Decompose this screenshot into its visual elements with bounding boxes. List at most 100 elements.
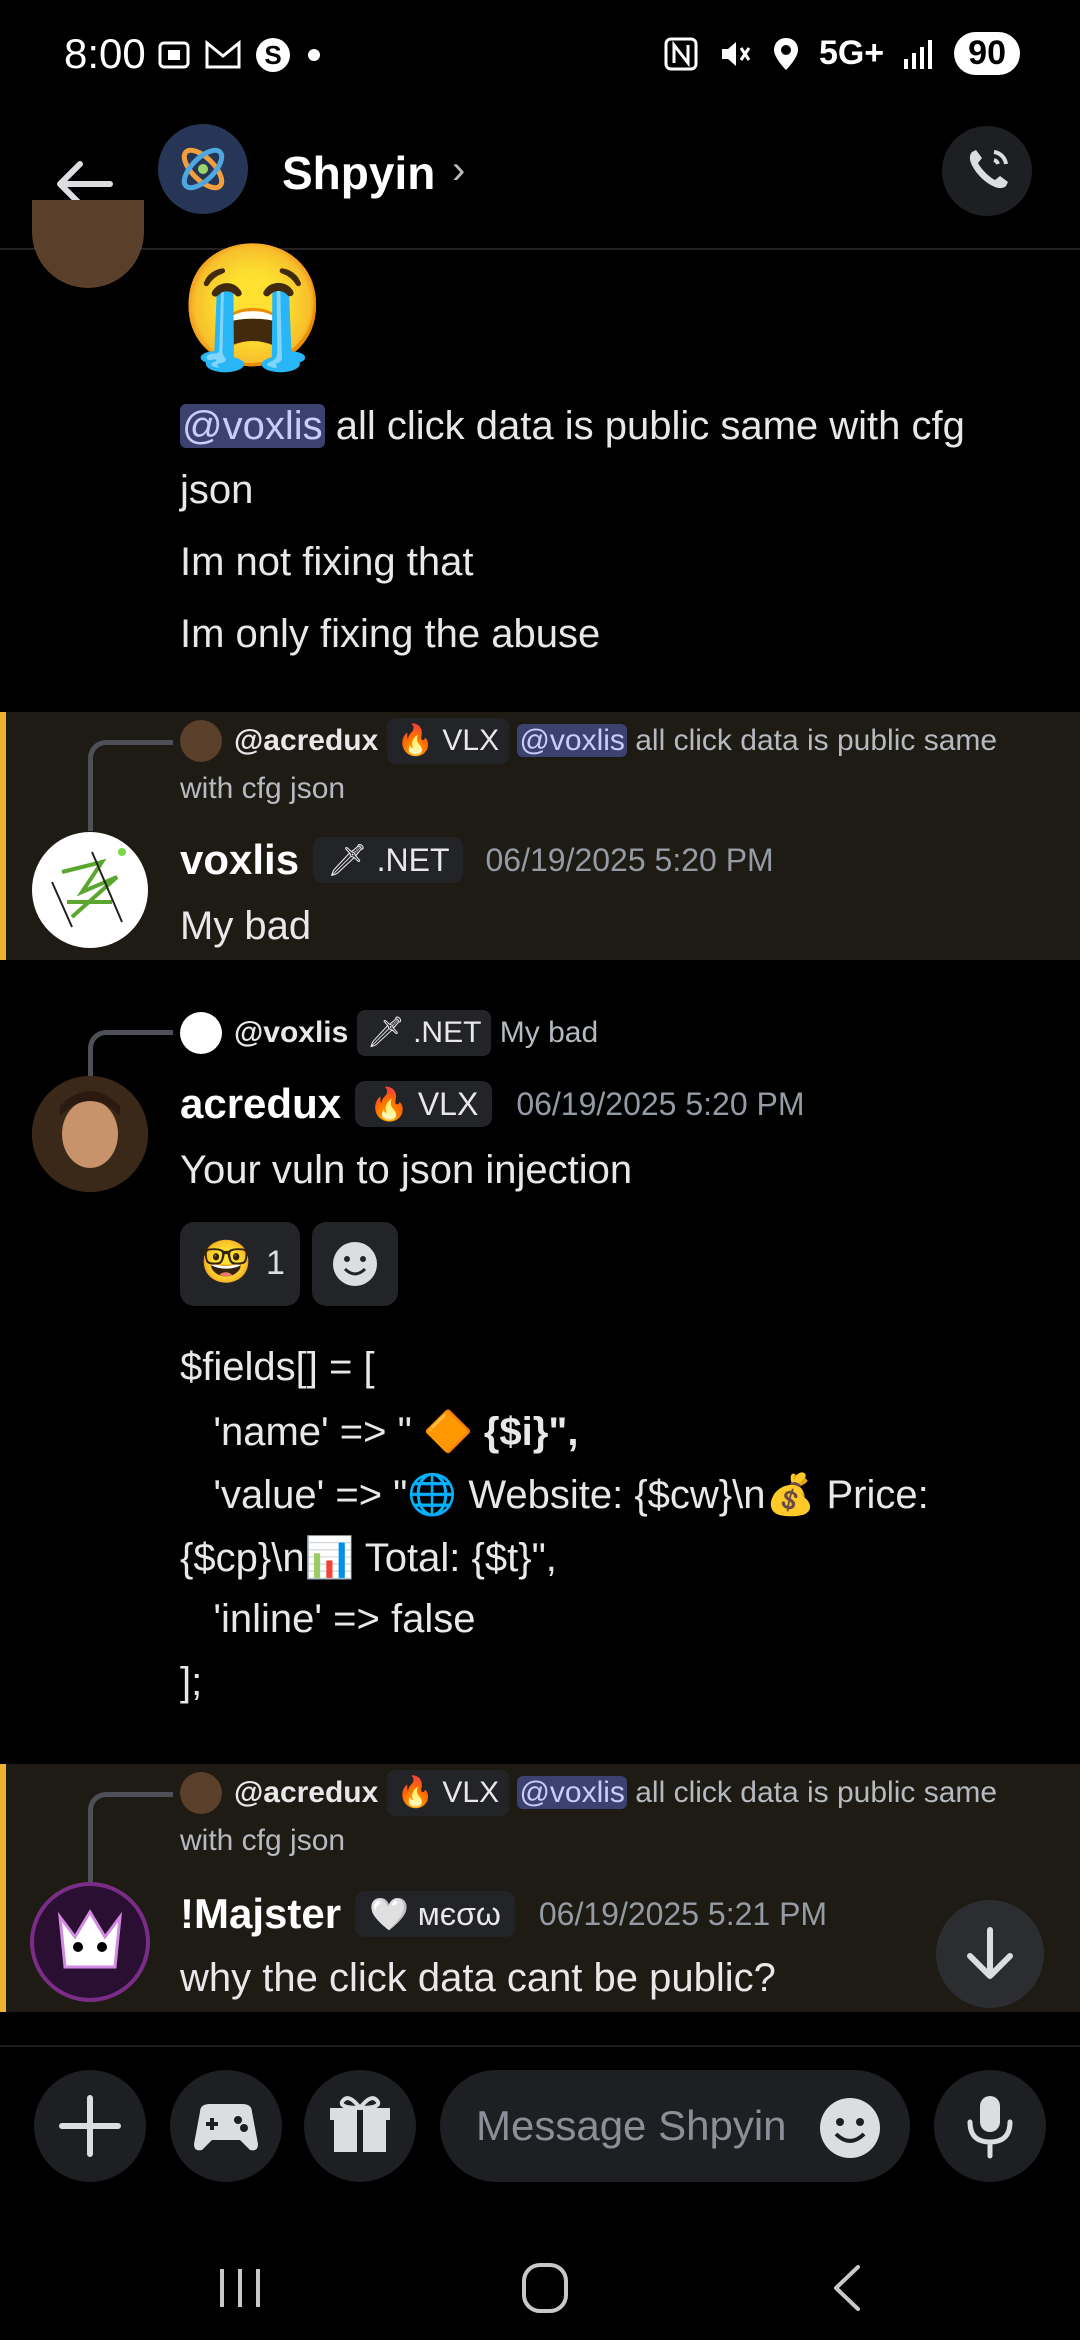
code-text: Website: {$cw}\n xyxy=(457,1473,766,1517)
message-text-cont: json xyxy=(180,468,254,512)
reply-preview[interactable]: @acredux 🔥 VLX @voxlis all click data is… xyxy=(234,718,1054,764)
message-text: why the click data cant be public? xyxy=(180,1956,776,2000)
heart-icon: 🤍 xyxy=(369,1896,409,1932)
reaction-count: 1 xyxy=(266,1244,285,1282)
orange-diamond-icon: 🔶 xyxy=(422,1410,473,1454)
reaction-emoji-icon: 🤓 xyxy=(200,1238,253,1285)
battery-level: 90 xyxy=(968,34,1006,72)
sword-icon: 🗡 xyxy=(366,1016,405,1049)
reply-text-cont: with cfg json xyxy=(180,772,346,805)
message-header: !Majster 🤍 мєσω 06/19/2025 5:21 PM xyxy=(180,1890,827,1938)
money-bag-icon: 💰 xyxy=(765,1473,816,1517)
reply-connector xyxy=(88,740,173,831)
call-button[interactable] xyxy=(942,126,1032,216)
reply-avatar-acredux xyxy=(180,720,222,762)
message-line: Im only fixing the abuse xyxy=(180,612,601,656)
back-nav-icon[interactable] xyxy=(826,2261,866,2315)
code-text-bold: {$i}", xyxy=(472,1410,579,1454)
reply-username: @acredux xyxy=(234,724,379,757)
username-acredux[interactable]: acredux xyxy=(180,1080,341,1128)
recent-apps-icon[interactable] xyxy=(216,2265,264,2311)
gmail-icon xyxy=(205,39,241,69)
reply-username: @acredux xyxy=(234,1776,379,1809)
timestamp: 06/19/2025 5:20 PM xyxy=(516,1085,805,1122)
status-time: 8:00 xyxy=(64,30,146,77)
reply-text: My bad xyxy=(499,1016,599,1049)
status-left-icons: S xyxy=(156,36,324,74)
voxlis-avatar-art xyxy=(51,848,126,928)
add-attachment-button[interactable] xyxy=(34,2070,146,2182)
reaction-pill[interactable]: 🤓 1 xyxy=(180,1222,300,1306)
reply-avatar-acredux xyxy=(180,1772,222,1814)
voice-message-button[interactable] xyxy=(934,2070,1046,2182)
reply-preview[interactable]: @acredux 🔥 VLX @voxlis all click data is… xyxy=(234,1770,1054,1816)
username-majster[interactable]: !Majster xyxy=(180,1890,341,1938)
add-reaction-button[interactable] xyxy=(312,1222,398,1306)
globe-icon: 🌐 xyxy=(407,1473,458,1517)
home-icon[interactable] xyxy=(520,2261,570,2315)
jump-to-bottom-button[interactable] xyxy=(936,1900,1044,2008)
message-placeholder: Message Shpyin xyxy=(476,2102,787,2149)
channel-title[interactable]: Shpyin xyxy=(282,146,435,200)
role-tag: 🔥 VLX xyxy=(386,718,510,764)
role-tag-label: VLX xyxy=(442,1776,500,1809)
phone-icon xyxy=(969,150,1008,189)
flame-icon: 🔥 xyxy=(369,1086,409,1122)
role-tag-label: VLX xyxy=(417,1086,479,1122)
code-line: $fields[] = [ xyxy=(180,1345,375,1389)
message-text: Your vuln to json injection xyxy=(180,1148,633,1192)
location-icon xyxy=(773,37,798,70)
role-tag: 🔥 VLX xyxy=(355,1081,493,1127)
mention-highlight-bar xyxy=(0,712,6,960)
avatar-acredux-partial[interactable] xyxy=(32,200,144,288)
microphone-icon xyxy=(967,2096,1013,2159)
code-line: ]; xyxy=(180,1660,203,1704)
code-line: {$cp}\n📊 Total: {$t}", xyxy=(180,1534,557,1581)
reply-connector xyxy=(88,1792,173,1883)
photo-screenshot-icon xyxy=(158,41,190,69)
timestamp: 06/19/2025 5:21 PM xyxy=(538,1895,828,1932)
role-tag: 🔥 VLX xyxy=(386,1770,510,1816)
signal-icon xyxy=(904,39,933,69)
chevron-right-icon[interactable]: › xyxy=(452,148,465,193)
server-logo-icon xyxy=(181,147,225,191)
reply-username: @voxlis xyxy=(234,1016,349,1049)
message-line: Im not fixing that xyxy=(180,540,474,584)
majster-avatar-art xyxy=(34,1886,146,1998)
smiley-add-icon xyxy=(333,1242,377,1286)
plus-icon xyxy=(59,2095,121,2157)
smiley-icon xyxy=(820,2098,880,2158)
avatar-majster[interactable] xyxy=(30,1882,150,2002)
reply-mention: @voxlis xyxy=(517,1776,627,1809)
status-right: 5G+ 90 xyxy=(663,32,1020,75)
role-tag-label: .NET xyxy=(413,1016,482,1049)
message-text: @voxlis all click data is public same wi… xyxy=(180,400,1050,452)
flame-icon: 🔥 xyxy=(396,724,435,757)
message-header: acredux 🔥 VLX 06/19/2025 5:20 PM xyxy=(180,1080,805,1128)
avatar-voxlis[interactable] xyxy=(32,832,148,948)
avatar-acredux[interactable] xyxy=(32,1076,148,1192)
gift-icon xyxy=(330,2096,390,2152)
mention-voxlis[interactable]: @voxlis xyxy=(180,404,325,448)
code-text: 'name' => " xyxy=(180,1410,423,1454)
emoji-button[interactable] xyxy=(818,2096,882,2160)
server-avatar[interactable] xyxy=(158,124,248,214)
code-line: 'value' => "🌐 Website: {$cw}\n💰 Price: xyxy=(180,1471,928,1518)
arrow-down-icon xyxy=(967,1927,1013,1979)
mention-highlight-bar xyxy=(0,1764,6,2012)
username-voxlis[interactable]: voxlis xyxy=(180,836,299,884)
code-text: Total: {$t}", xyxy=(354,1536,557,1580)
gift-button[interactable] xyxy=(304,2070,416,2182)
reply-preview[interactable]: @voxlis 🗡 .NET My bad xyxy=(234,1010,598,1056)
activities-button[interactable] xyxy=(170,2070,282,2182)
timestamp: 06/19/2025 5:20 PM xyxy=(485,841,774,878)
code-line: 'name' => " 🔶 {$i}", xyxy=(180,1408,578,1455)
system-nav-bar xyxy=(0,2215,1080,2340)
network-label: 5G+ xyxy=(818,34,885,72)
mute-icon xyxy=(721,41,751,66)
role-tag: 🗡 .NET xyxy=(313,837,464,883)
emoji-crying-icon: 😭 xyxy=(178,239,328,373)
reply-text: all click data is public same xyxy=(626,724,998,757)
role-tag-label: VLX xyxy=(442,724,500,757)
nfc-icon xyxy=(664,37,698,70)
